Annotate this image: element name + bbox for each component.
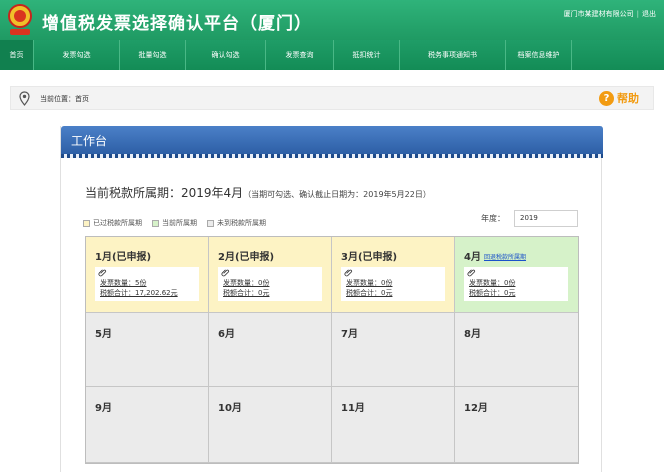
month-cell-2[interactable]: 2月(已申报) 发票数量：0份 税额合计：0元: [209, 237, 332, 313]
help-label: 帮助: [617, 92, 639, 105]
month-label: 5月: [95, 329, 112, 340]
month-label: 2月(已申报): [218, 252, 275, 263]
month-cell-7: 7月: [332, 313, 455, 387]
month-summary-card: 发票数量：0份 税额合计：0元: [341, 267, 445, 301]
period-deadline-note: （当期可勾选、确认截止日期为：2019年5月22日）: [243, 190, 431, 199]
header-user-area: 厦门市某建材有限公司 | 退出: [564, 9, 656, 19]
paperclip-icon: [98, 269, 107, 277]
month-label: 11月: [341, 403, 365, 414]
nav-item-batch-select[interactable]: 批量勾选: [120, 40, 186, 70]
month-label: 1月(已申报): [95, 252, 152, 263]
month-cell-5: 5月: [86, 313, 209, 387]
month-summary-card: 发票数量：0份 税额合计：0元: [218, 267, 322, 301]
current-period: 当前税款所属期：2019年4月（当期可勾选、确认截止日期为：2019年5月22日…: [85, 184, 431, 201]
invoice-count[interactable]: 发票数量：0份: [223, 278, 269, 288]
legend-label-future: 未到税款所属期: [217, 219, 266, 227]
month-cell-11: 11月: [332, 387, 455, 463]
nav-item-confirm-select[interactable]: 确认勾选: [186, 40, 266, 70]
month-summary-card: 发票数量：5份 税额合计：17,202.62元: [95, 267, 199, 301]
month-label: 3月(已申报): [341, 252, 398, 263]
month-cell-9: 9月: [86, 387, 209, 463]
month-label: 6月: [218, 329, 235, 340]
paperclip-icon: [467, 269, 476, 277]
paperclip-icon: [221, 269, 230, 277]
main-nav: 首页 发票勾选 批量勾选 确认勾选 发票查询 抵扣统计 税务事项通知书 档案信息…: [0, 40, 664, 70]
invoice-count[interactable]: 发票数量：0份: [469, 278, 515, 288]
month-label: 8月: [464, 329, 481, 340]
paperclip-icon: [344, 269, 353, 277]
month-label: 9月: [95, 403, 112, 414]
period-main: 当前税款所属期：2019年4月: [85, 186, 244, 200]
app-header: 增值税发票选择确认平台（厦门） 厦门市某建材有限公司 | 退出: [0, 0, 664, 40]
legend-swatch-current: [152, 219, 159, 227]
tax-total[interactable]: 税额合计：0元: [223, 288, 269, 298]
tax-total[interactable]: 税额合计：17,202.62元: [100, 288, 178, 298]
nav-item-deduction-stats[interactable]: 抵扣统计: [334, 40, 400, 70]
rollback-period-link[interactable]: 回退税款所属期: [484, 252, 526, 261]
logout-link[interactable]: 退出: [642, 9, 656, 19]
nav-item-tax-notice[interactable]: 税务事项通知书: [400, 40, 506, 70]
legend-swatch-past: [83, 219, 90, 227]
nav-item-home[interactable]: 首页: [0, 40, 34, 70]
tax-total[interactable]: 税额合计：0元: [469, 288, 515, 298]
nav-item-profile-maintain[interactable]: 档案信息维护: [506, 40, 572, 70]
month-label: 7月: [341, 329, 358, 340]
panel-header: 工作台: [61, 126, 603, 154]
legend-label-current: 当前所属期: [162, 219, 197, 227]
panel-header-border: [61, 154, 603, 158]
app-title: 增值税发票选择确认平台（厦门）: [42, 14, 312, 34]
year-input[interactable]: 2019: [514, 210, 578, 227]
help-icon: ?: [599, 90, 614, 106]
month-cell-3[interactable]: 3月(已申报) 发票数量：0份 税额合计：0元: [332, 237, 455, 313]
nav-item-invoice-query[interactable]: 发票查询: [266, 40, 334, 70]
company-name: 厦门市某建材有限公司: [563, 10, 634, 18]
month-cell-1[interactable]: 1月(已申报) 发票数量：5份 税额合计：17,202.62元: [86, 237, 209, 313]
legend-item-current: 当前所属期: [152, 218, 197, 228]
period-legend: 已过税款所属期 当前所属期 未到税款所属期: [83, 218, 266, 228]
month-summary-card: 发票数量：0份 税额合计：0元: [464, 267, 568, 301]
legend-swatch-future: [207, 219, 214, 227]
month-cell-6: 6月: [209, 313, 332, 387]
legend-item-past: 已过税款所属期: [83, 218, 142, 228]
tax-total[interactable]: 税额合计：0元: [346, 288, 392, 298]
header-separator: |: [636, 10, 639, 18]
invoice-count[interactable]: 发票数量：0份: [346, 278, 392, 288]
month-label: 4月: [464, 252, 481, 263]
help-button[interactable]: ? 帮助: [599, 90, 639, 106]
month-grid: 1月(已申报) 发票数量：5份 税额合计：17,202.62元 2月(已申报) …: [85, 236, 579, 464]
legend-label-past: 已过税款所属期: [93, 219, 142, 227]
app-window: 增值税发票选择确认平台（厦门） 厦门市某建材有限公司 | 退出 首页 发票勾选 …: [0, 0, 664, 472]
legend-item-future: 未到税款所属期: [207, 218, 266, 228]
breadcrumb-text: 当前位置：首页: [40, 95, 89, 103]
month-cell-8: 8月: [455, 313, 578, 387]
tax-emblem-icon: [8, 4, 32, 35]
workbench-panel: 工作台 当前税款所属期：2019年4月（当期可勾选、确认截止日期为：2019年5…: [60, 126, 603, 472]
invoice-count[interactable]: 发票数量：5份: [100, 278, 146, 288]
location-pin-icon: [19, 91, 30, 106]
panel-title: 工作台: [71, 134, 108, 148]
month-cell-10: 10月: [209, 387, 332, 463]
month-cell-12: 12月: [455, 387, 578, 463]
breadcrumb: 当前位置：首页 ? 帮助: [10, 86, 654, 110]
month-label: 12月: [464, 403, 488, 414]
year-label: 年度：: [481, 214, 505, 223]
month-label: 10月: [218, 403, 242, 414]
month-cell-4[interactable]: 4月 回退税款所属期 发票数量：0份 税额合计：0元: [455, 237, 578, 313]
nav-item-invoice-select[interactable]: 发票勾选: [34, 40, 120, 70]
